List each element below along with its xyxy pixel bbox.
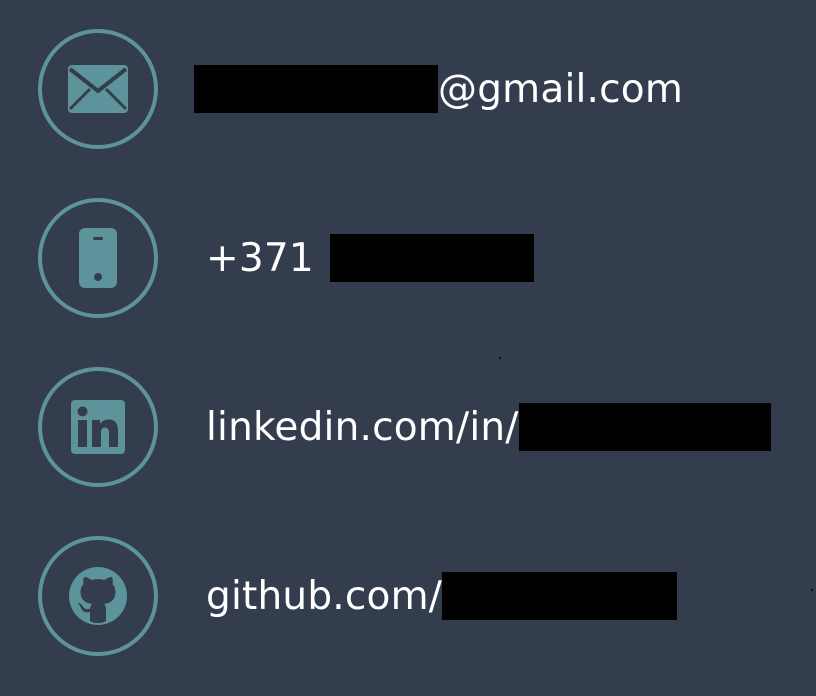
phone-icon-circle <box>38 198 158 318</box>
linkedin-prefix: linkedin.com/in/ <box>206 404 519 450</box>
email-redaction <box>194 65 438 113</box>
email-row: @gmail.com <box>0 25 816 153</box>
envelope-icon <box>68 65 128 113</box>
linkedin-redaction <box>518 403 771 451</box>
github-row: github.com/ <box>0 532 816 660</box>
artifact-dot <box>811 589 813 591</box>
github-redaction <box>442 572 678 620</box>
linkedin-link[interactable]: linkedin.com/in/ <box>206 403 771 451</box>
phone-link[interactable]: +371 <box>206 234 534 282</box>
email-domain: @gmail.com <box>438 66 684 112</box>
github-prefix: github.com/ <box>206 573 443 619</box>
email-icon-circle <box>38 29 158 149</box>
github-icon <box>69 567 127 625</box>
phone-redaction <box>329 234 534 282</box>
phone-icon <box>79 228 117 288</box>
linkedin-icon-circle <box>38 367 158 487</box>
contact-list: @gmail.com +371 linkedin.com/in/ github.… <box>0 0 816 696</box>
linkedin-icon <box>71 400 125 454</box>
phone-prefix: +371 <box>206 235 314 281</box>
artifact-dot <box>499 357 501 359</box>
github-link[interactable]: github.com/ <box>206 572 678 620</box>
email-link[interactable]: @gmail.com <box>194 65 683 113</box>
github-icon-circle <box>38 536 158 656</box>
linkedin-row: linkedin.com/in/ <box>0 363 816 491</box>
phone-row: +371 <box>0 194 816 322</box>
